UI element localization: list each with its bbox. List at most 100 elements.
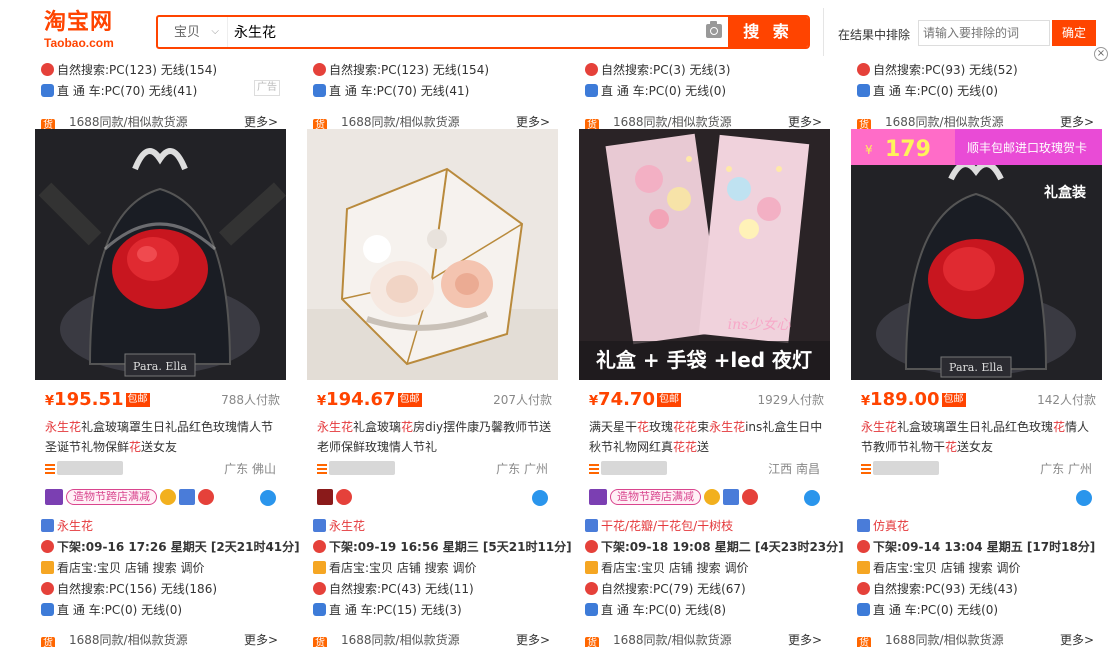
product-title[interactable]: 永生花礼盒玻璃花房diy摆件康乃馨教师节送老师保鲜玫瑰情人节礼 — [317, 417, 552, 457]
shop-name-blurred — [57, 461, 123, 475]
clock-icon — [585, 540, 598, 553]
natural-search-row: 自然搜索:PC(3) 无线(3) — [585, 61, 730, 79]
service-icon — [723, 489, 739, 505]
camera-icon[interactable] — [706, 21, 722, 38]
wangwang-chat-icon[interactable] — [532, 490, 548, 506]
sales-count: 1929人付款 — [757, 393, 824, 407]
promo-badge[interactable]: 造物节跨店满减 — [610, 489, 701, 505]
mail-icon — [41, 561, 54, 574]
product-image[interactable] — [307, 129, 558, 380]
category-link[interactable]: 仿真花 — [873, 519, 909, 533]
through-train-row: 直 通 车:PC(0) 无线(0) — [857, 600, 998, 620]
promo-price: 179 — [885, 137, 931, 162]
location: 广东 广州 — [1040, 462, 1092, 476]
svg-text:Para. Ella: Para. Ella — [949, 361, 1003, 374]
exclude-confirm-button[interactable]: 确定 — [1052, 20, 1096, 46]
more-link[interactable]: 更多> — [244, 114, 278, 130]
exclude-panel: 在结果中排除 确定 — [823, 8, 1105, 56]
tools-row[interactable]: 看店宝:宝贝 店铺 搜索 调价 — [41, 558, 205, 578]
natural-search-row: 自然搜索:PC(156) 无线(186) — [41, 579, 217, 599]
ad-label: 广告 — [254, 80, 280, 96]
through-train-row: 直 通 车:PC(0) 无线(0) — [857, 82, 998, 100]
category-link[interactable]: 干花/花瓣/干花包/干树枝 — [601, 519, 733, 533]
flower-icon — [198, 489, 214, 505]
tools-row[interactable]: 看店宝:宝贝 店铺 搜索 调价 — [585, 558, 749, 578]
goods-icon: 货 — [585, 637, 599, 647]
natural-search-row: 自然搜索:PC(123) 无线(154) — [313, 61, 489, 79]
product-title[interactable]: 永生花礼盒玻璃罩生日礼品红色玫瑰花情人节教师节礼物干花送女友 — [861, 417, 1096, 457]
search-input[interactable] — [234, 17, 694, 47]
person-icon — [857, 63, 870, 76]
more-link[interactable]: 更多> — [788, 632, 822, 647]
wangwang-chat-icon[interactable] — [804, 490, 820, 506]
natural-search-row: 自然搜索:PC(93) 无线(52) — [857, 61, 1018, 79]
chevron-down-icon: ⌵ — [211, 26, 219, 37]
search-button[interactable]: 搜 索 — [728, 17, 808, 47]
bar-1688[interactable]: 货 1688同款/相似款货源 更多> — [857, 114, 1102, 133]
sales-count: 788人付款 — [221, 393, 280, 407]
gold-medal-icon — [160, 489, 176, 505]
offline-time-row: 下架:09-19 16:56 星期三 [5天21时11分] — [313, 537, 572, 557]
shop-icon — [45, 464, 55, 474]
taobao-logo[interactable]: 淘宝网 Taobao.com — [44, 10, 134, 54]
more-link[interactable]: 更多> — [516, 632, 550, 647]
shop-name[interactable] — [589, 460, 667, 478]
close-icon[interactable]: × — [1094, 47, 1108, 61]
shop-name[interactable] — [45, 460, 123, 478]
offline-time-row: 下架:09-14 13:04 星期五 [17时18分] — [857, 537, 1095, 557]
more-link[interactable]: 更多> — [1060, 114, 1094, 130]
product-image[interactable]: Para. Ella — [35, 129, 286, 380]
product-price: ¥194.67 包邮 — [317, 389, 422, 410]
bar-1688[interactable]: 货 1688同款/相似款货源 更多> — [41, 632, 286, 647]
svg-text:¥: ¥ — [865, 143, 873, 157]
search-scope-dropdown[interactable]: 宝贝 ⌵ — [158, 17, 228, 47]
goods-icon: 货 — [313, 637, 327, 647]
shop-name-blurred — [873, 461, 939, 475]
through-train-row: 直 通 车:PC(0) 无线(0) — [585, 82, 726, 100]
bar-1688[interactable]: 货 1688同款/相似款货源 更多> — [585, 632, 830, 647]
product-image[interactable]: ¥ 179 顺丰包邮进口玫瑰贺卡 礼盒装 Para. Ella — [851, 129, 1102, 380]
natural-search-row: 自然搜索:PC(43) 无线(11) — [313, 579, 474, 599]
location: 江西 南昌 — [768, 462, 820, 476]
exclude-input[interactable] — [918, 20, 1050, 46]
tools-row[interactable]: 看店宝:宝贝 店铺 搜索 调价 — [857, 558, 1021, 578]
shop-name[interactable] — [317, 460, 395, 478]
natural-search-row: 自然搜索:PC(123) 无线(154) — [41, 61, 217, 79]
shop-name-blurred — [329, 461, 395, 475]
promo-badge[interactable]: 造物节跨店满减 — [66, 489, 157, 505]
product-image[interactable]: 礼盒 + 手袋 +led 夜灯 ins少女心 — [579, 129, 830, 380]
clock-icon — [313, 540, 326, 553]
bar-1688[interactable]: 货 1688同款/相似款货源 更多> — [313, 114, 558, 133]
car-icon — [41, 84, 54, 97]
bar-1688[interactable]: 货 1688同款/相似款货源 更多> — [313, 632, 558, 647]
free-shipping-badge: 包邮 — [125, 393, 150, 407]
more-link[interactable]: 更多> — [1060, 632, 1094, 647]
tools-row[interactable]: 看店宝:宝贝 店铺 搜索 调价 — [313, 558, 477, 578]
image-tag-text: 礼盒装 — [1044, 184, 1087, 201]
mail-icon — [585, 561, 598, 574]
category-link[interactable]: 永生花 — [329, 519, 365, 533]
shop-name[interactable] — [861, 460, 939, 478]
bar-1688[interactable]: 货 1688同款/相似款货源 更多> — [41, 114, 286, 133]
svg-text:Para. Ella: Para. Ella — [133, 360, 187, 373]
through-train-row: 直 通 车:PC(70) 无线(41) — [313, 82, 469, 100]
exclude-label: 在结果中排除 — [838, 28, 911, 42]
product-title[interactable]: 满天星干花玫瑰花花束永生花ins礼盒生日中秋节礼物网红真花花送 — [589, 417, 824, 457]
top-header: 淘宝网 Taobao.com 宝贝 ⌵ 搜 索 在结果中排除 确定 — [0, 0, 1111, 62]
sales-count: 142人付款 — [1037, 393, 1096, 407]
product-price: ¥74.70 包邮 — [589, 389, 681, 410]
more-link[interactable]: 更多> — [516, 114, 550, 130]
more-link[interactable]: 更多> — [244, 632, 278, 647]
free-shipping-badge: 包邮 — [941, 393, 966, 407]
bar-1688[interactable]: 货 1688同款/相似款货源 更多> — [585, 114, 830, 133]
person-icon — [313, 63, 326, 76]
wangwang-chat-icon[interactable] — [260, 490, 276, 506]
logo-en: Taobao.com — [44, 36, 114, 50]
wangwang-chat-icon[interactable] — [1076, 490, 1092, 506]
bar-1688[interactable]: 货 1688同款/相似款货源 更多> — [857, 632, 1102, 647]
category-icon — [313, 519, 326, 532]
more-link[interactable]: 更多> — [788, 114, 822, 130]
mail-icon — [313, 561, 326, 574]
category-link[interactable]: 永生花 — [57, 519, 93, 533]
product-title[interactable]: 永生花礼盒玻璃罩生日礼品红色玫瑰情人节圣诞节礼物保鲜花送女友 — [45, 417, 280, 457]
